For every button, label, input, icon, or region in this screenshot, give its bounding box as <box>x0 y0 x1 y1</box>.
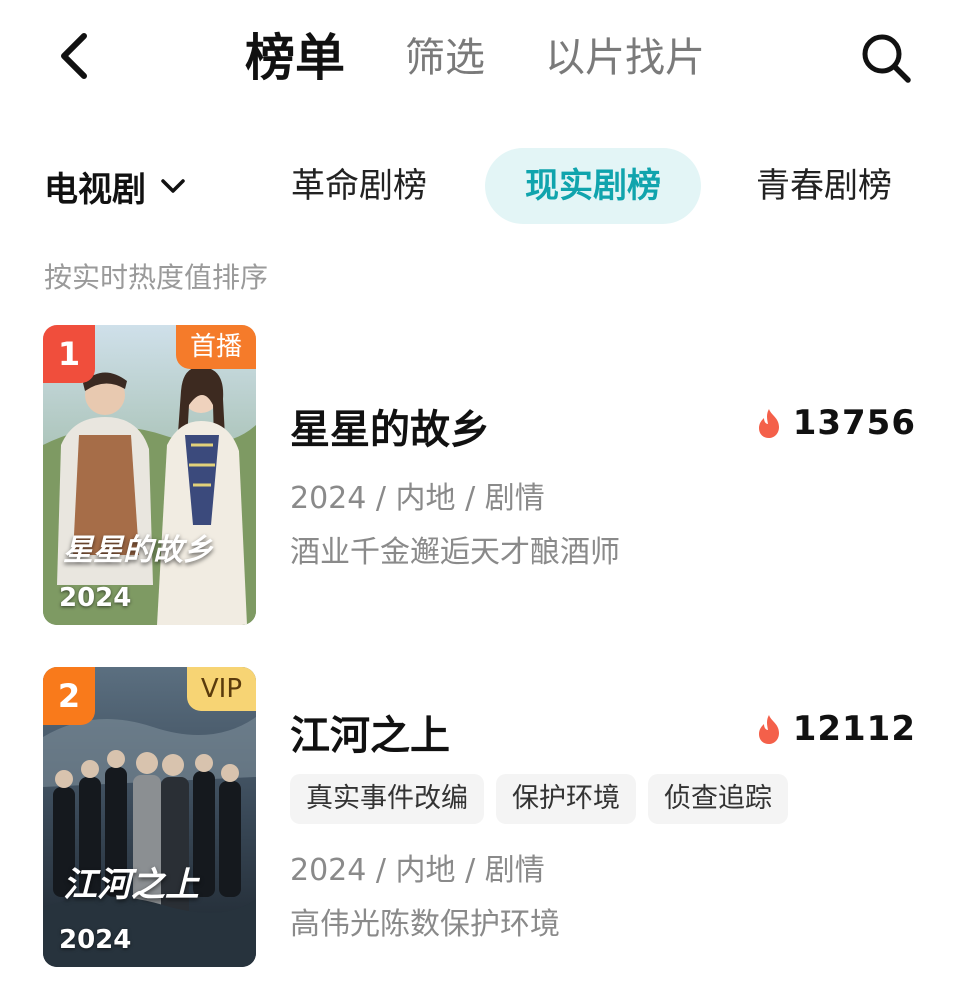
list-item[interactable]: 星星的故乡 1 首播 2024 星星的故乡 13756 2024 / 内地 / … <box>0 325 960 625</box>
tag-list: 真实事件改编 保护环境 侦查追踪 <box>290 774 800 824</box>
chevron-left-icon <box>61 33 87 79</box>
flame-icon <box>758 409 779 438</box>
category-dropdown-label: 电视剧 <box>44 169 146 210</box>
rank-badge: 1 <box>43 325 95 383</box>
category-row: 电视剧 革命剧榜 现实剧榜 青春剧榜 <box>0 148 960 224</box>
poster-year: 2024 <box>59 925 132 955</box>
tag-environment[interactable]: 保护环境 <box>496 774 636 824</box>
tab-find-by-show[interactable]: 以片找片 <box>545 28 705 88</box>
vip-badge: VIP <box>186 667 256 711</box>
tab-youth-drama[interactable]: 青春剧榜 <box>756 148 892 224</box>
heat-value: 13756 <box>792 403 916 443</box>
item-meta: 2024 / 内地 / 剧情 <box>290 853 545 888</box>
ranking-page: 榜单 筛选 以片找片 电视剧 革命剧榜 现实剧榜 青春剧榜 按实时热度值排序 星… <box>0 0 960 994</box>
flame-icon <box>758 715 779 744</box>
poster-title-art: 星星的故乡 <box>63 533 213 568</box>
poster[interactable]: 星星的故乡 1 首播 2024 <box>43 325 256 625</box>
tag-true-story[interactable]: 真实事件改编 <box>290 774 484 824</box>
tab-filter[interactable]: 筛选 <box>405 28 485 88</box>
item-meta: 2024 / 内地 / 剧情 <box>290 481 545 516</box>
tag-investigation[interactable]: 侦查追踪 <box>648 774 788 824</box>
heat-score: 13756 <box>755 403 916 443</box>
sort-note: 按实时热度值排序 <box>44 261 269 294</box>
item-description: 酒业千金邂逅天才酿酒师 <box>290 535 620 570</box>
item-description: 高伟光陈数保护环境 <box>290 907 560 942</box>
poster-year: 2024 <box>59 583 132 613</box>
heat-value: 12112 <box>792 709 916 749</box>
chevron-down-icon <box>161 179 185 193</box>
item-title[interactable]: 星星的故乡 <box>290 397 490 455</box>
tab-ranking[interactable]: 榜单 <box>245 28 345 88</box>
item-title[interactable]: 江河之上 <box>290 703 450 761</box>
back-button[interactable] <box>50 28 100 84</box>
premiere-badge: 首播 <box>175 325 256 369</box>
rank-badge: 2 <box>43 667 95 725</box>
tab-revolution-drama[interactable]: 革命剧榜 <box>291 148 427 224</box>
search-button[interactable] <box>858 30 914 86</box>
search-icon <box>862 34 911 83</box>
list-item[interactable]: 江河之上 2 VIP 2024 江河之上 12112 真实事件改编 保护环境 侦… <box>0 667 960 967</box>
tab-reality-drama[interactable]: 现实剧榜 <box>485 148 701 224</box>
top-nav-bar: 榜单 筛选 以片找片 <box>0 0 960 115</box>
category-dropdown[interactable]: 电视剧 <box>44 148 186 224</box>
poster[interactable]: 江河之上 2 VIP 2024 <box>43 667 256 967</box>
poster-title-art: 江河之上 <box>63 865 199 905</box>
heat-score: 12112 <box>755 709 916 749</box>
